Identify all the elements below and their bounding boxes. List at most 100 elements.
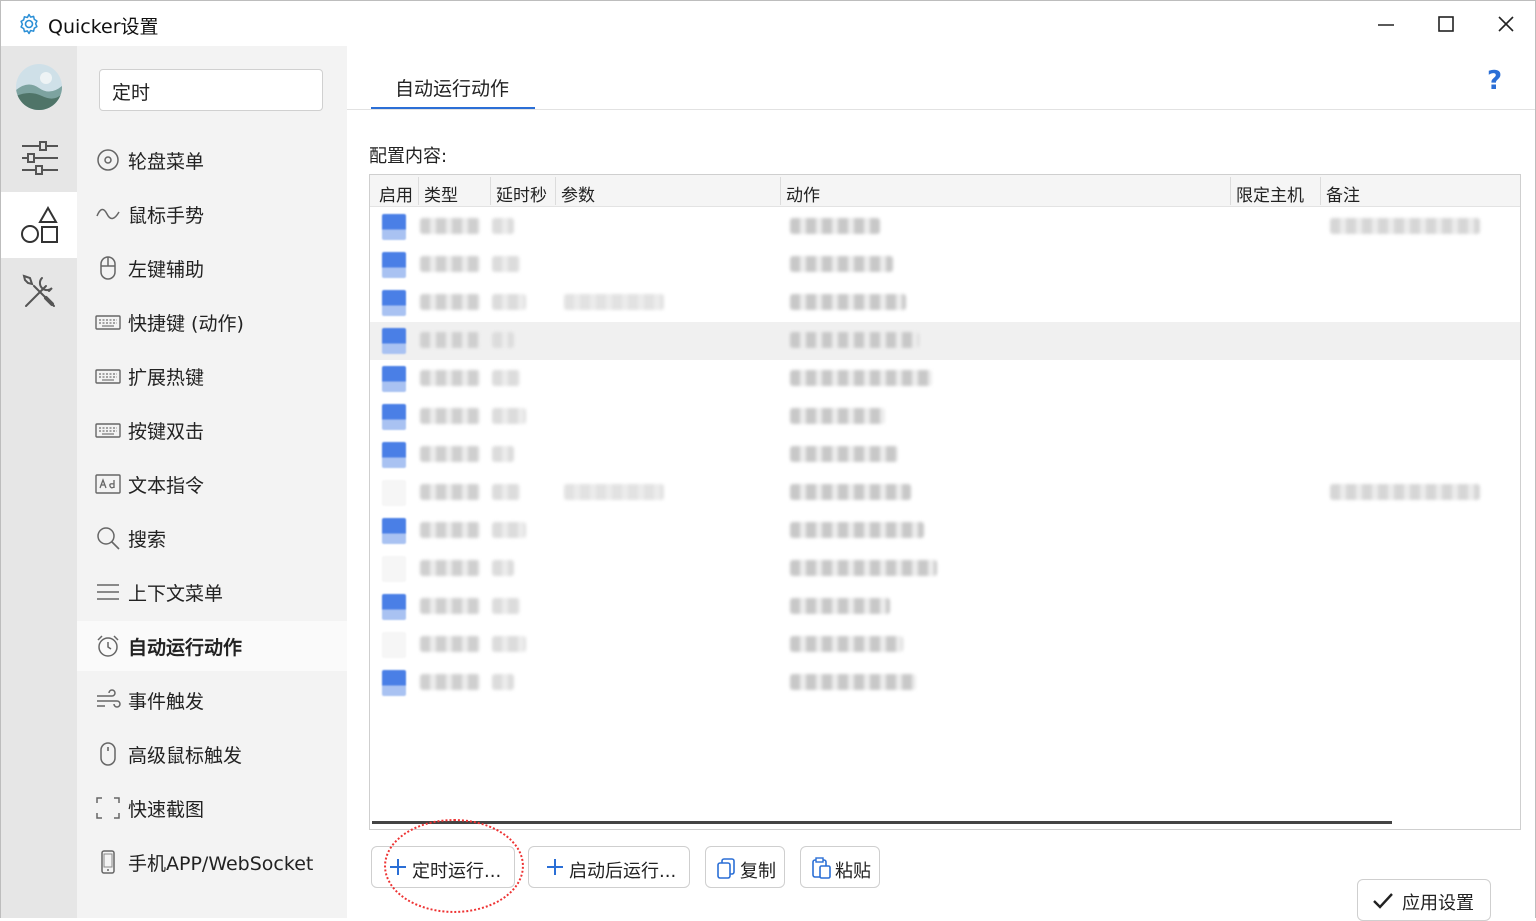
annotation-circle <box>384 819 524 913</box>
nav-item-extended-hotkey[interactable]: 扩展热键 <box>77 351 347 401</box>
table-row[interactable] <box>370 208 1520 246</box>
table-row[interactable] <box>370 246 1520 284</box>
redacted-cell <box>790 446 898 462</box>
close-button[interactable] <box>1475 1 1536 46</box>
column-divider[interactable] <box>1230 177 1231 205</box>
redacted-cell <box>420 560 480 576</box>
enabled-checkbox[interactable] <box>382 594 406 620</box>
table-row[interactable] <box>370 474 1520 512</box>
enabled-checkbox[interactable] <box>382 290 406 316</box>
col-enabled[interactable]: 启用 <box>379 181 413 206</box>
nav-item-left-click[interactable]: 左键辅助 <box>77 243 347 293</box>
search-input[interactable]: 定时 <box>99 69 323 111</box>
apply-settings-button[interactable]: 应用设置 <box>1357 879 1491 921</box>
enabled-checkbox[interactable] <box>382 214 406 240</box>
table-row[interactable] <box>370 512 1520 550</box>
col-params[interactable]: 参数 <box>561 181 595 206</box>
paste-button[interactable]: 粘贴 <box>800 846 880 888</box>
enabled-checkbox[interactable] <box>382 518 406 544</box>
table-row[interactable] <box>370 360 1520 398</box>
nav-item-mobile-app[interactable]: 手机APP/WebSocket <box>77 837 347 887</box>
column-divider[interactable] <box>555 177 556 205</box>
redacted-cell <box>492 294 526 310</box>
nav-item-label: 搜索 <box>128 529 167 551</box>
table-row[interactable] <box>370 664 1520 702</box>
nav-item-context-menu[interactable]: 上下文菜单 <box>77 567 347 617</box>
nav-item-label: 自动运行动作 <box>128 637 243 659</box>
avatar[interactable] <box>16 64 62 110</box>
redacted-cell <box>420 674 480 690</box>
enabled-checkbox[interactable] <box>382 632 406 658</box>
nav-item-label: 鼠标手势 <box>128 205 205 227</box>
phone-icon <box>101 850 115 874</box>
col-note[interactable]: 备注 <box>1326 181 1360 206</box>
nav-item-auto-run[interactable]: 自动运行动作 <box>77 621 347 671</box>
redacted-cell <box>420 370 480 386</box>
enabled-checkbox[interactable] <box>382 404 406 430</box>
nav-item-double-press[interactable]: 按键双击 <box>77 405 347 455</box>
redacted-cell <box>492 560 514 576</box>
column-divider[interactable] <box>1320 177 1321 205</box>
table-row[interactable] <box>370 436 1520 474</box>
col-type[interactable]: 类型 <box>424 181 458 206</box>
table-row[interactable] <box>370 284 1520 322</box>
nav-item-label: 轮盘菜单 <box>128 151 205 173</box>
ad-text-icon <box>95 474 121 494</box>
redacted-cell <box>420 294 480 310</box>
copy-icon <box>717 858 735 879</box>
column-divider[interactable] <box>780 177 781 205</box>
nav-item-advanced-mouse[interactable]: 高级鼠标触发 <box>77 729 347 779</box>
table-row[interactable] <box>370 322 1520 360</box>
nav-item-shortcut[interactable]: 快捷键 (动作) <box>77 297 347 347</box>
maximize-button[interactable] <box>1415 1 1477 46</box>
keyboard-icon <box>95 423 121 438</box>
table-row[interactable] <box>370 398 1520 436</box>
redacted-cell <box>420 256 480 272</box>
redacted-cell <box>420 598 480 614</box>
nav-item-label: 快捷键 (动作) <box>128 313 244 335</box>
redacted-cell <box>790 484 911 500</box>
table-row[interactable] <box>370 588 1520 626</box>
nav-item-text-command[interactable]: 文本指令 <box>77 459 347 509</box>
nav-item-screenshot[interactable]: 快速截图 <box>77 783 347 833</box>
enabled-checkbox[interactable] <box>382 670 406 696</box>
config-table[interactable]: 启用 类型 延时秒 参数 动作 限定主机 备注 <box>369 174 1521 830</box>
horizontal-scrollbar[interactable] <box>372 821 1392 824</box>
help-button[interactable]: ? <box>1487 66 1502 96</box>
rail-actions[interactable] <box>1 192 77 258</box>
enabled-checkbox[interactable] <box>382 252 406 278</box>
col-action[interactable]: 动作 <box>786 181 820 206</box>
redacted-cell <box>492 598 520 614</box>
enabled-checkbox[interactable] <box>382 480 406 506</box>
col-host[interactable]: 限定主机 <box>1236 181 1304 206</box>
table-row[interactable] <box>370 626 1520 664</box>
enabled-checkbox[interactable] <box>382 366 406 392</box>
shapes-icon <box>21 206 58 243</box>
run-after-start-button[interactable]: 启动后运行... <box>528 846 690 888</box>
main-panel: 自动运行动作 ? 配置内容: 启用 类型 延时秒 参数 动作 限定主机 备注 定… <box>347 46 1535 921</box>
minimize-button[interactable] <box>1355 1 1417 46</box>
nav-item-event-trigger[interactable]: 事件触发 <box>77 675 347 725</box>
redacted-cell <box>492 370 520 386</box>
column-divider[interactable] <box>490 177 491 205</box>
table-row[interactable] <box>370 550 1520 588</box>
gear-icon <box>20 13 38 35</box>
nav-item-wheel-menu[interactable]: 轮盘菜单 <box>77 135 347 185</box>
avatar-image <box>16 64 62 110</box>
nav-item-label: 高级鼠标触发 <box>128 745 243 767</box>
rail-settings[interactable] <box>1 126 77 192</box>
rail-tools[interactable] <box>1 258 77 324</box>
enabled-checkbox[interactable] <box>382 556 406 582</box>
nav-item-mouse-gesture[interactable]: 鼠标手势 <box>77 189 347 239</box>
col-delay[interactable]: 延时秒 <box>496 181 547 206</box>
enabled-checkbox[interactable] <box>382 328 406 354</box>
nav-item-search[interactable]: 搜索 <box>77 513 347 563</box>
enabled-checkbox[interactable] <box>382 442 406 468</box>
tab-auto-run[interactable]: 自动运行动作 <box>371 68 535 110</box>
column-divider[interactable] <box>418 177 419 205</box>
check-icon <box>1373 893 1393 909</box>
menu-icon <box>97 584 119 600</box>
copy-button[interactable]: 复制 <box>705 846 785 888</box>
table-header: 启用 类型 延时秒 参数 动作 限定主机 备注 <box>370 175 1520 207</box>
redacted-cell <box>564 294 664 310</box>
